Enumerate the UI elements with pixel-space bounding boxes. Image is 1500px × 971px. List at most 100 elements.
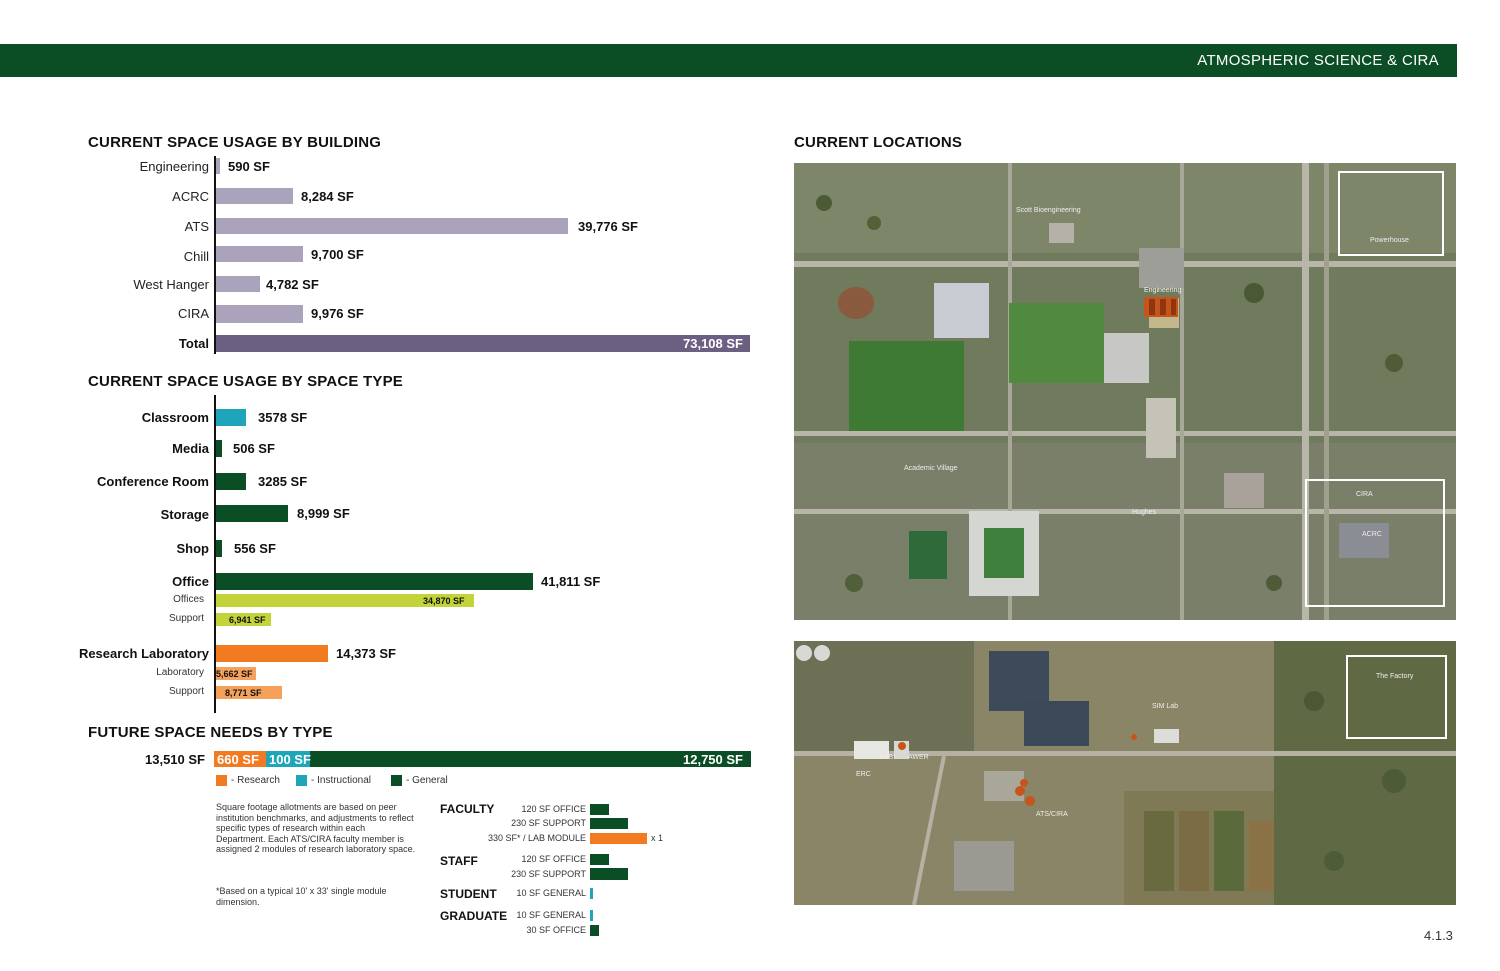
map-label: CIRA bbox=[1356, 491, 1373, 498]
legend-research-label: - Research bbox=[231, 775, 280, 786]
building-bar bbox=[216, 218, 568, 234]
map-label: Scott Bioengineering bbox=[1016, 207, 1081, 214]
space-type-bar bbox=[216, 440, 222, 457]
building-usage-title: CURRENT SPACE USAGE BY BUILDING bbox=[88, 134, 382, 151]
legend-instructional-label: - Instructional bbox=[311, 775, 372, 786]
building-value: 590 SF bbox=[228, 159, 270, 174]
allotment-note: Square footage allotments are based on p… bbox=[216, 802, 416, 854]
building-value: 39,776 SF bbox=[578, 219, 638, 234]
space-type-value: 3285 SF bbox=[258, 474, 308, 489]
future-instructional-value: 100 SF bbox=[269, 752, 311, 767]
space-type-bar bbox=[216, 540, 222, 557]
space-type-bar bbox=[216, 645, 328, 662]
building-value: 4,782 SF bbox=[266, 277, 319, 292]
building-value: 9,976 SF bbox=[311, 306, 364, 321]
space-type-subvalue: 8,771 SF bbox=[225, 688, 262, 698]
space-type-label: Media bbox=[172, 441, 209, 456]
faculty-lab-multiplier: x 1 bbox=[651, 833, 664, 843]
map-label: Academic Village bbox=[904, 465, 958, 472]
space-type-label: Storage bbox=[160, 507, 209, 522]
building-label: West Hanger bbox=[133, 277, 209, 292]
space-type-sublabel: Support bbox=[168, 613, 204, 624]
building-bar bbox=[216, 188, 293, 204]
space-type-subvalue: 6,941 SF bbox=[229, 615, 266, 625]
space-type-label: Classroom bbox=[141, 410, 209, 425]
building-bar bbox=[216, 246, 303, 262]
legend-general-swatch bbox=[391, 775, 402, 786]
building-label: CIRA bbox=[177, 306, 209, 321]
space-type-subvalue: 5,662 SF bbox=[216, 669, 253, 679]
graduate-general-bar bbox=[590, 910, 593, 921]
allotment-footnote: *Based on a typical 10' x 33' single mod… bbox=[216, 886, 387, 907]
future-general-value: 12,750 SF bbox=[683, 752, 743, 767]
space-type-value: 14,373 SF bbox=[336, 646, 396, 661]
staff-office-label: 120 SF OFFICE bbox=[521, 854, 586, 864]
locations-title: CURRENT LOCATIONS bbox=[794, 134, 963, 151]
foothills-aerial-map: SIM Lab LABI AWER ERC ATS/CIRA The Facto… bbox=[794, 641, 1456, 905]
building-total-bar bbox=[216, 335, 750, 352]
building-label: ATS bbox=[184, 219, 209, 234]
map-label: SIM Lab bbox=[1152, 703, 1179, 710]
future-needs-title: FUTURE SPACE NEEDS BY TYPE bbox=[88, 724, 333, 741]
student-general-bar bbox=[590, 888, 593, 899]
map-label: Hughes bbox=[1132, 509, 1157, 516]
space-type-label: Conference Room bbox=[97, 474, 209, 489]
student-general-label: 10 SF GENERAL bbox=[516, 888, 586, 898]
building-label: Chill bbox=[183, 249, 209, 264]
future-total-value: 13,510 SF bbox=[145, 752, 205, 767]
space-type-value: 3578 SF bbox=[258, 410, 308, 425]
staff-support-label: 230 SF SUPPORT bbox=[511, 869, 586, 879]
space-type-value: 556 SF bbox=[234, 541, 276, 556]
page-title: ATMOSPHERIC SCIENCE & CIRA bbox=[1197, 52, 1439, 69]
space-type-label: Shop bbox=[176, 541, 210, 556]
building-bar bbox=[216, 305, 303, 323]
building-value: 8,284 SF bbox=[301, 189, 354, 204]
space-type-label: Office bbox=[172, 574, 209, 589]
legend-research-swatch bbox=[216, 775, 227, 786]
building-label: ACRC bbox=[172, 189, 209, 204]
graduate-office-label: 30 SF OFFICE bbox=[526, 925, 586, 935]
faculty-lab-label: 330 SF* / LAB MODULE bbox=[487, 833, 586, 843]
space-type-title: CURRENT SPACE USAGE BY SPACE TYPE bbox=[88, 373, 403, 390]
graduate-general-label: 10 SF GENERAL bbox=[516, 910, 586, 920]
faculty-support-bar bbox=[590, 818, 628, 829]
space-type-bar bbox=[216, 505, 288, 522]
map-label: ERC bbox=[856, 771, 871, 778]
map-label: LABI bbox=[880, 754, 896, 761]
future-research-value: 660 SF bbox=[217, 752, 259, 767]
map-label: ATS/CIRA bbox=[1036, 811, 1068, 818]
building-bar bbox=[216, 158, 220, 174]
staff-office-bar bbox=[590, 854, 609, 865]
faculty-support-label: 230 SF SUPPORT bbox=[511, 818, 586, 828]
space-type-value: 8,999 SF bbox=[297, 506, 350, 521]
building-bar bbox=[216, 276, 260, 292]
map-label: ACRC bbox=[1362, 531, 1382, 538]
building-value: 9,700 SF bbox=[311, 247, 364, 262]
factory-inset bbox=[1346, 655, 1447, 739]
space-type-bar bbox=[216, 409, 246, 426]
space-type-label: Research Laboratory bbox=[78, 646, 209, 661]
staff-support-bar bbox=[590, 868, 628, 880]
building-total-label: Total bbox=[178, 336, 209, 351]
space-type-value: 506 SF bbox=[233, 441, 275, 456]
campus-aerial-map: Scott Bioengineering Engineering Academi… bbox=[794, 163, 1456, 620]
faculty-lab-bar bbox=[590, 833, 647, 844]
space-type-value: 41,811 SF bbox=[541, 574, 601, 589]
map-label: The Factory bbox=[1376, 673, 1414, 680]
page-number: 4.1.3 bbox=[1424, 928, 1453, 943]
cira-inset bbox=[1305, 479, 1445, 607]
faculty-office-bar bbox=[590, 804, 609, 815]
building-label: Engineering bbox=[139, 159, 209, 174]
space-type-bar bbox=[216, 573, 533, 590]
space-type-sublabel: Support bbox=[168, 686, 204, 697]
graduate-office-bar bbox=[590, 925, 599, 936]
building-total-value: 73,108 SF bbox=[683, 336, 743, 351]
map-label: Engineering bbox=[1144, 287, 1182, 294]
map-label: Powerhouse bbox=[1370, 237, 1409, 244]
space-type-sublabel: Laboratory bbox=[156, 667, 204, 678]
space-type-subvalue: 34,870 SF bbox=[423, 596, 465, 606]
space-type-sublabel: Offices bbox=[173, 594, 204, 605]
space-type-bar bbox=[216, 473, 246, 490]
legend-general-label: - General bbox=[406, 775, 448, 786]
header-banner: ATMOSPHERIC SCIENCE & CIRA bbox=[0, 44, 1457, 77]
